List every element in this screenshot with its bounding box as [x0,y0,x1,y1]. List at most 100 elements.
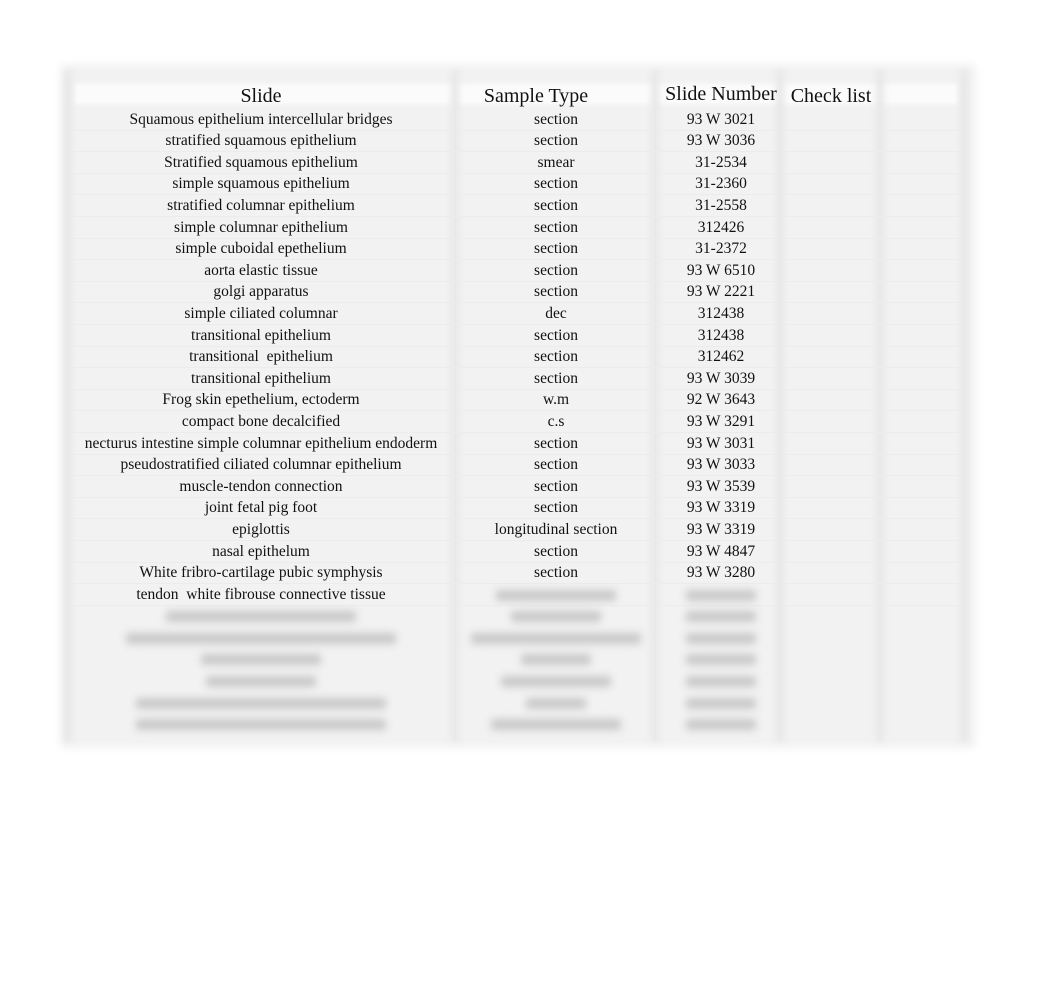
sample-type-cell: section [534,348,578,366]
sample-type-cell: dec [545,304,567,322]
blurred-row [66,692,970,714]
slide-cell: necturus intestine simple columnar epith… [84,434,438,452]
slide-cell: pseudostratified ciliated columnar epith… [120,456,402,474]
sample-type-cell: section [534,434,578,452]
slide-cell: stratified squamous epithelium [165,132,357,150]
table-row: joint fetal pig foot section 93 W 3319 [66,497,970,520]
header-check-list: Check list [790,85,872,107]
slide-number-cell: 31-2360 [695,175,747,193]
slide-number-cell: 93 W 4847 [686,542,756,560]
slide-cell: Squamous epithelium intercellular bridge… [129,110,393,128]
sample-type-cell: section [534,326,578,344]
blurred-row [66,584,970,606]
sample-type-cell: section [534,369,578,387]
table-row: Squamous epithelium intercellular bridge… [66,109,970,131]
blurred-cell [656,649,786,671]
blurred-cell [456,627,656,649]
slide-cell: transitional epithelium [189,348,333,366]
slide-cell: epiglottis [232,520,290,538]
sample-type-cell: section [534,542,578,560]
slide-number-cell: 31-2558 [695,196,747,214]
sample-type-cell: section [534,218,578,236]
sample-type-cell: section [534,110,578,128]
sample-type-cell: longitudinal section [494,520,618,538]
sample-type-cell: section [534,283,578,301]
slide-cell: simple cuboidal epethelium [175,240,347,258]
slide-cell: joint fetal pig foot [204,499,318,517]
slide-cell: aorta elastic tissue [204,261,318,279]
slide-cell: Stratified squamous epithelium [164,153,358,171]
blurred-row [66,649,970,671]
sample-type-cell: smear [537,153,575,171]
slide-number-cell: 312426 [697,218,745,236]
table-row: Stratified squamous epithelium smear 31-25… [66,152,970,174]
slide-number-cell: 31-2372 [695,240,747,258]
slide-cell: golgi apparatus [213,283,309,301]
blurred-cell [66,605,456,627]
blurred-cell [656,584,786,606]
slide-cell: compact bone decalcified [181,412,341,430]
table-row: necturus intestine simple columnar epith… [66,433,970,455]
header-slide: Slide [240,85,282,107]
sample-type-cell: section [534,261,578,279]
sample-type-cell: section [534,564,578,582]
sample-type-cell: section [534,196,578,214]
blurred-cell [66,670,456,692]
slide-number-cell: 93 W 3033 [686,456,756,474]
slide-number-cell: 93 W 3539 [686,477,756,495]
slide-checklist-table: Slide Sample Type Slide Number Check lis… [64,70,970,742]
slide-cell: simple columnar epithelium [174,218,348,236]
slide-number-cell: 93 W 6510 [686,261,756,279]
table-row: simple squamous epithelium section 31-2360 [66,173,970,196]
slide-cell: White fribro-cartilage pubic symphysis [139,564,383,582]
sample-type-cell: c.s [547,412,565,430]
blurred-cell [656,670,786,692]
table-row: transitional epithelium section 312462 [66,346,970,369]
blurred-cell [656,692,786,714]
blurred-cell [456,649,656,671]
table-row: simple columnar epithelium section 312426 [66,217,970,239]
table-row: Frog skin epethelium, ectoderm w.m 92 W 36… [66,389,970,412]
blurred-cell [456,584,656,606]
slide-number-cell: 312438 [697,304,745,322]
blurred-cell [656,713,786,735]
blurred-cell [656,627,786,649]
slide-cell: transitional epithelium [191,326,331,344]
table-row: White fribro-cartilage pubic symphysis se… [66,562,970,585]
slide-cell: simple ciliated columnar [184,304,338,322]
table-row: compact bone decalcified c.s 93 W 3291 [66,411,970,433]
slide-number-cell: 93 W 3021 [686,110,756,128]
sample-type-cell: section [534,132,578,150]
slide-cell: simple squamous epithelium [172,175,350,193]
header-sample-type: Sample Type [483,85,589,107]
slide-number-cell: 93 W 3039 [686,369,756,387]
sample-type-cell: section [534,175,578,193]
sample-type-cell: section [534,240,578,258]
table-row: stratified squamous epithelium section 93 … [66,130,970,153]
table-row: stratified columnar epithelium section 31-… [66,195,970,217]
table-row: epiglottis longitudinal section 93 W 3319 [66,519,970,541]
slide-cell: stratified columnar epithelium [167,196,355,214]
blurred-cell [656,605,786,627]
slide-number-cell: 93 W 3319 [686,520,756,538]
slide-number-cell: 92 W 3643 [686,391,756,409]
blurred-row [66,713,970,735]
table-row: aorta elastic tissue section 93 W 6510 [66,260,970,282]
sample-type-cell: section [534,456,578,474]
blurred-row [66,605,970,627]
sample-type-cell: section [534,499,578,517]
slide-number-cell: 93 W 2221 [686,283,756,301]
slide-cell: muscle-tendon connection [179,477,343,495]
blurred-cell [456,692,656,714]
blurred-cell [66,713,456,735]
table-row: transitional epithelium section 93 W 3039 [66,368,970,390]
table-row: simple cuboidal epethelium section 31-2372 [66,238,970,261]
slide-number-cell: 31-2534 [695,153,747,171]
slide-number-cell: 93 W 3036 [686,132,756,150]
blurred-row [66,627,970,649]
slide-cell: transitional epithelium [191,369,331,387]
blurred-cell [66,649,456,671]
slide-cell: Frog skin epethelium, ectoderm [162,391,360,409]
slide-number-cell: 312462 [697,348,745,366]
table-row: muscle-tendon connection section 93 W 3539 [66,476,970,498]
